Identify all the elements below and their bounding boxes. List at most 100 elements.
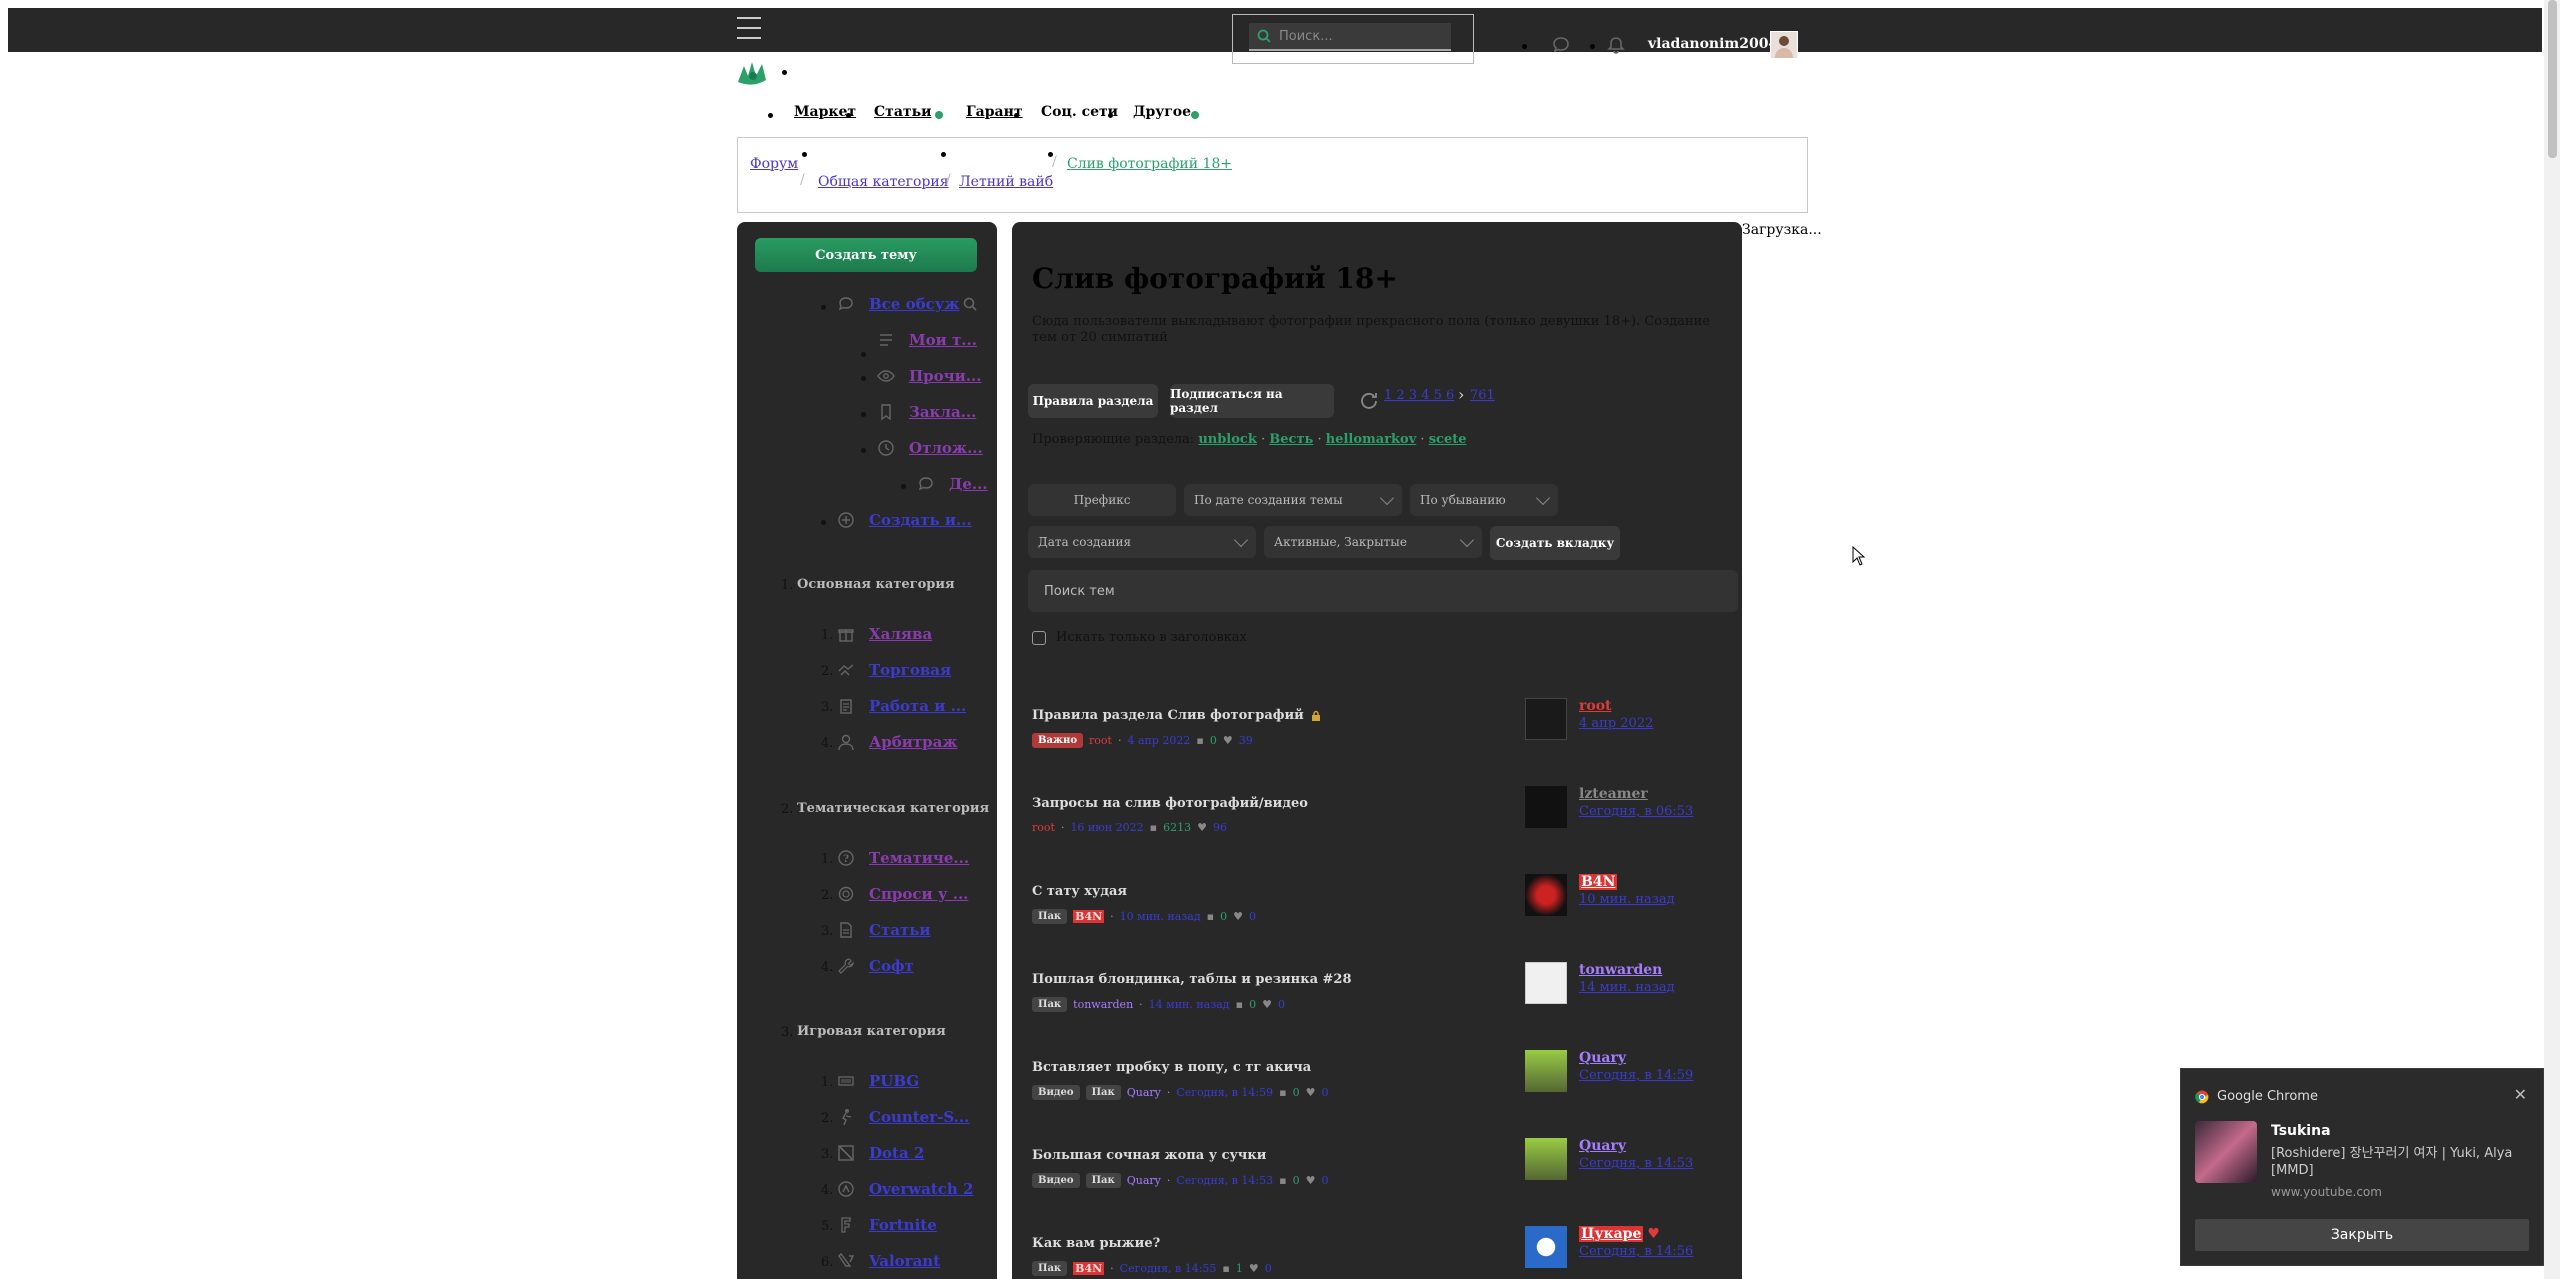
last-post-date[interactable]: 14 мин. назад <box>1579 980 1675 995</box>
prefix-filter[interactable]: Префикс <box>1028 484 1176 516</box>
sidebar-item-dota[interactable]: Dota 2 <box>837 1144 924 1162</box>
avatar[interactable] <box>1770 31 1798 59</box>
avatar[interactable] <box>1525 786 1567 828</box>
sidebar-item-deferred[interactable]: Отлож... <box>877 439 983 457</box>
last-post-user[interactable]: Цукаре <box>1579 1226 1644 1242</box>
avatar[interactable] <box>1525 962 1567 1004</box>
rules-button[interactable]: Правила раздела <box>1028 384 1158 418</box>
last-post[interactable]: lzteamer Сегодня, в 06:53 <box>1525 786 1693 828</box>
sidebar-item-pubg[interactable]: PUBG <box>837 1072 919 1090</box>
checkbox[interactable] <box>1032 630 1046 645</box>
breadcrumb-general[interactable]: Общая категория <box>818 174 949 190</box>
sort-select[interactable]: По дате создания темы <box>1184 484 1402 516</box>
breadcrumb-forum[interactable]: Форум <box>750 156 798 172</box>
subscribe-button[interactable]: Подписаться на раздел <box>1170 384 1334 418</box>
sidebar-item-all[interactable]: Все обсуж <box>837 295 978 313</box>
topic-author[interactable]: root <box>1089 734 1112 747</box>
date-select[interactable]: Дата создания <box>1028 526 1256 558</box>
topic-title[interactable]: Вставляет пробку в попу, с тг акича <box>1032 1060 1311 1075</box>
sidebar-item-thematic[interactable]: ? Тематиче... <box>837 849 969 867</box>
last-post[interactable]: Quary Сегодня, в 14:53 <box>1525 1138 1693 1180</box>
topic-title[interactable]: Запросы на слив фотографий/видео <box>1032 796 1308 811</box>
sidebar-item-cs[interactable]: Counter-S... <box>837 1108 969 1126</box>
last-post-date[interactable]: Сегодня, в 14:56 <box>1579 1244 1693 1259</box>
last-post-date[interactable]: 10 мин. назад <box>1579 892 1675 907</box>
avatar[interactable] <box>1525 698 1567 740</box>
refresh-icon[interactable] <box>1358 390 1380 412</box>
last-post-date[interactable]: 4 апр 2022 <box>1579 716 1653 731</box>
last-post-user[interactable]: tonwarden <box>1579 962 1675 978</box>
last-post-user[interactable]: B4N <box>1579 874 1618 890</box>
topic-author[interactable]: B4N <box>1073 1262 1105 1275</box>
bell-icon[interactable] <box>1606 35 1626 55</box>
avatar[interactable] <box>1525 1138 1567 1180</box>
sidebar-item-bookmarks[interactable]: Закла... <box>877 403 976 421</box>
create-topic-button[interactable]: Создать тему <box>755 238 977 272</box>
nav-garant[interactable]: Гарант <box>966 104 1023 120</box>
sidebar-item-dialogs[interactable]: Де... <box>917 475 988 493</box>
last-post[interactable]: Цукаре ♥ Сегодня, в 14:56 <box>1525 1226 1693 1268</box>
topic-title[interactable]: С тату худая <box>1032 884 1127 899</box>
topic-title[interactable]: Пошлая блондинка, таблы и резинка #28 <box>1032 972 1352 987</box>
last-post[interactable]: root 4 апр 2022 <box>1525 698 1653 740</box>
pagination[interactable]: 1 2 3 4 5 6 <box>1384 388 1454 403</box>
nav-articles[interactable]: Статьи <box>874 104 931 120</box>
topic-author[interactable]: root <box>1032 821 1055 834</box>
titles-only-checkbox[interactable]: Искать только в заголовках <box>1032 630 1247 645</box>
last-post-date[interactable]: Сегодня, в 14:59 <box>1579 1068 1693 1083</box>
scrollbar[interactable] <box>2544 0 2560 1279</box>
menu-icon[interactable] <box>737 17 761 39</box>
avatar[interactable] <box>1525 874 1567 916</box>
logo-icon[interactable] <box>736 58 770 88</box>
moderator-link[interactable]: hellomarkov <box>1326 432 1417 447</box>
last-post-user[interactable]: root <box>1579 698 1653 714</box>
scrollbar-thumb[interactable] <box>2548 0 2557 158</box>
chat-icon[interactable] <box>1551 35 1571 55</box>
sidebar-item-arbitrage[interactable]: Арбитраж <box>837 733 957 751</box>
breadcrumb-current[interactable]: Слив фотографий 18+ <box>1067 156 1232 172</box>
last-post[interactable]: tonwarden 14 мин. назад <box>1525 962 1675 1004</box>
sidebar-item-articles[interactable]: Статьи <box>837 921 931 939</box>
nav-social[interactable]: Соц. сети <box>1041 104 1118 120</box>
last-post-user[interactable]: lzteamer <box>1579 786 1693 802</box>
avatar[interactable] <box>1525 1050 1567 1092</box>
last-post-user[interactable]: Quary <box>1579 1138 1693 1154</box>
sidebar-item-soft[interactable]: Софт <box>837 957 914 975</box>
moderator-link[interactable]: unblock <box>1198 432 1257 447</box>
order-select[interactable]: По убыванию <box>1410 484 1558 516</box>
close-icon[interactable]: ✕ <box>2514 1085 2527 1104</box>
create-tab-button[interactable]: Создать вкладку <box>1490 526 1620 560</box>
sidebar-item-read[interactable]: Прочи... <box>877 367 981 385</box>
sidebar-item-overwatch[interactable]: Overwatch 2 <box>837 1180 974 1198</box>
breadcrumb-summer[interactable]: Летний вайб <box>959 174 1053 190</box>
moderator-link[interactable]: scete <box>1429 432 1467 447</box>
sidebar-item-fortnite[interactable]: Fortnite <box>837 1216 937 1234</box>
moderator-link[interactable]: Весть <box>1269 432 1313 447</box>
last-post-date[interactable]: Сегодня, в 14:53 <box>1579 1156 1693 1171</box>
last-post[interactable]: Quary Сегодня, в 14:59 <box>1525 1050 1693 1092</box>
topic-author[interactable]: tonwarden <box>1073 998 1133 1011</box>
sidebar-item-freebies[interactable]: Халява <box>837 625 932 643</box>
notification-close-button[interactable]: Закрыть <box>2195 1219 2529 1251</box>
topic-author[interactable]: Quary <box>1127 1174 1161 1187</box>
chevron-right-icon[interactable]: › <box>1458 385 1464 404</box>
topic-search-input[interactable]: Поиск тем <box>1028 570 1738 612</box>
last-post-user[interactable]: Quary <box>1579 1050 1693 1066</box>
topic-title[interactable]: Как вам рыжие? <box>1032 1236 1160 1251</box>
sidebar-item-valorant[interactable]: Valorant <box>837 1252 940 1270</box>
topic-author[interactable]: Quary <box>1127 1086 1161 1099</box>
username[interactable]: vladanonim2004 <box>1648 36 1778 52</box>
search-input[interactable]: Поиск... <box>1249 23 1451 51</box>
sidebar-item-work[interactable]: Работа и ... <box>837 697 966 715</box>
state-select[interactable]: Активные, Закрытые <box>1264 526 1482 558</box>
pagination-last[interactable]: 761 <box>1470 388 1495 403</box>
last-post-date[interactable]: Сегодня, в 06:53 <box>1579 804 1693 819</box>
sidebar-item-create[interactable]: Создать и... <box>837 511 972 529</box>
topic-title[interactable]: Правила раздела Слив фотографий <box>1032 708 1304 723</box>
topic-title[interactable]: Большая сочная жопа у сучки <box>1032 1148 1266 1163</box>
sidebar-item-trade[interactable]: Торговая <box>837 661 951 679</box>
avatar[interactable] <box>1525 1226 1567 1268</box>
sidebar-item-ask-ai[interactable]: Спроси у ... <box>837 885 968 903</box>
nav-other[interactable]: Другое <box>1133 104 1191 120</box>
last-post[interactable]: B4N 10 мин. назад <box>1525 874 1675 916</box>
